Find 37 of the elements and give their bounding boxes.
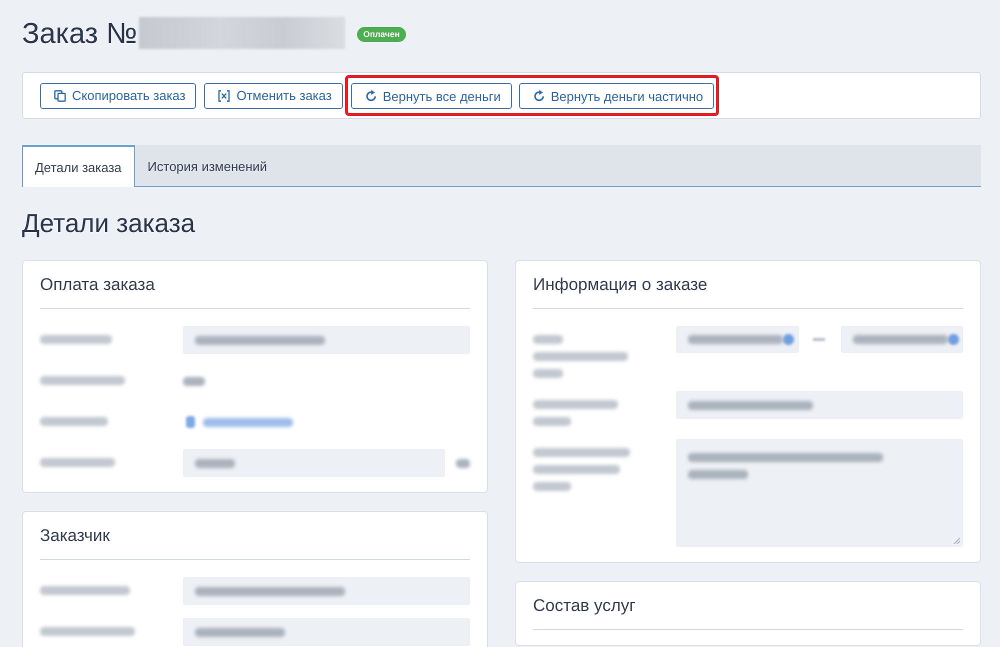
date-field[interactable] [676, 326, 798, 353]
status-badge: Оплачен [357, 26, 406, 42]
page-title: Заказ № [22, 17, 138, 52]
text-area[interactable] [676, 439, 963, 547]
blurred-label [40, 335, 112, 344]
input-field[interactable] [183, 618, 470, 646]
tab[interactable]: История изменений [134, 145, 280, 187]
blurred-text [195, 458, 235, 468]
tab[interactable]: Детали заказа [22, 145, 135, 187]
action-button[interactable]: Скопировать заказ [40, 82, 196, 108]
input-field[interactable] [183, 449, 445, 477]
blurred-label [40, 417, 108, 426]
blurred-link[interactable] [203, 418, 293, 426]
resize-grip-icon [953, 537, 960, 544]
section-title: Детали заказа [22, 207, 196, 239]
input-field[interactable] [676, 391, 963, 419]
card-title: Состав услуг [533, 582, 963, 630]
input-field[interactable] [183, 326, 470, 354]
input-field[interactable] [183, 577, 470, 605]
date-field[interactable] [840, 326, 963, 353]
card-title: Оплата заказа [40, 261, 470, 309]
blurred-text [183, 376, 205, 386]
action-button[interactable]: Отменить заказ [204, 82, 343, 108]
x-in-brackets-icon [218, 90, 230, 102]
card-title: Заказчик [40, 512, 470, 560]
blurred-text [812, 338, 824, 341]
card-title: Информация о заказе [533, 261, 963, 309]
action-button[interactable]: Вернуть деньги частично [518, 83, 714, 109]
blurred-text [456, 458, 470, 468]
blurred-text [688, 470, 748, 479]
blurred-icon [783, 334, 794, 345]
copy-icon [54, 90, 66, 102]
action-button[interactable]: Вернуть все деньги [350, 83, 512, 109]
refresh-icon [532, 90, 545, 102]
blurred-icon [948, 334, 958, 345]
refresh-icon [364, 90, 377, 102]
blurred-icon [186, 416, 195, 428]
